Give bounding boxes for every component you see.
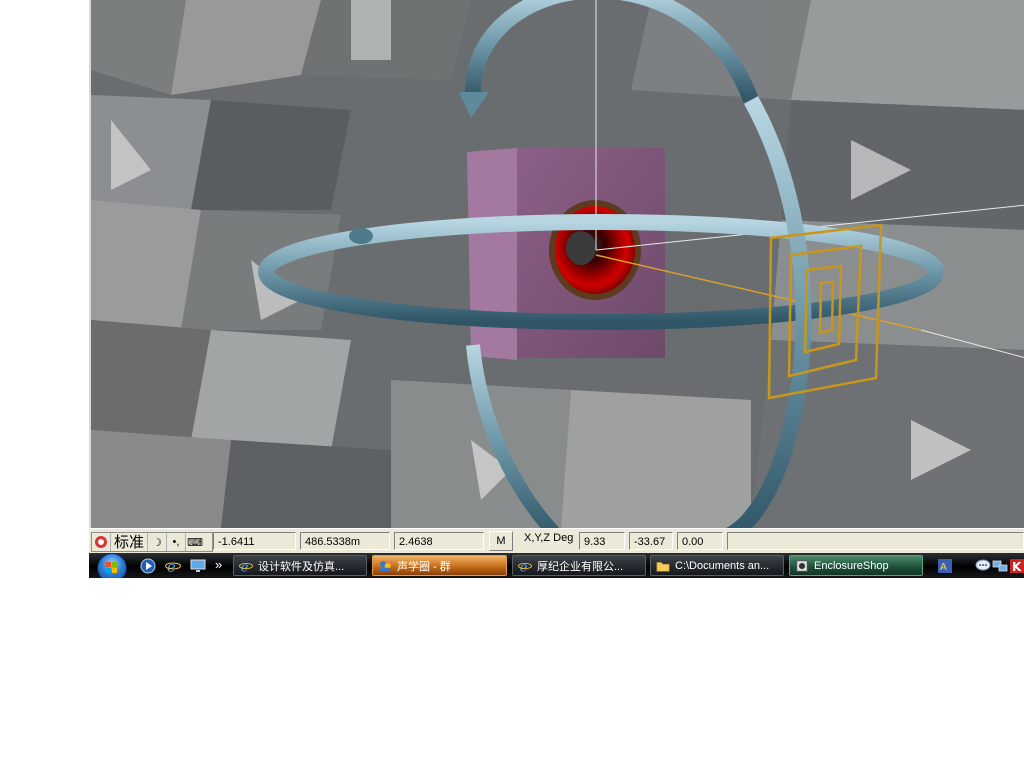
ime-punctuation-icon[interactable]: •, bbox=[167, 533, 187, 551]
x-coordinate-field: -1.6411 bbox=[213, 532, 296, 550]
task-documents-folder[interactable]: C:\Documents an... bbox=[650, 555, 784, 576]
m-button[interactable]: M bbox=[489, 531, 513, 551]
windows-logo-icon bbox=[106, 562, 117, 573]
3d-viewport[interactable] bbox=[89, 0, 1024, 528]
ime-logo-icon[interactable] bbox=[92, 533, 111, 551]
scene-render bbox=[91, 0, 1024, 528]
task-label: EnclosureShop bbox=[814, 559, 889, 572]
desktop-left-margin bbox=[0, 0, 89, 578]
task-label: 厚纪企业有限公... bbox=[537, 560, 624, 573]
x-deg-field: 9.33 bbox=[579, 532, 625, 550]
task-design-software[interactable]: e 设计软件及仿真... bbox=[233, 555, 367, 576]
svg-text:e: e bbox=[520, 560, 528, 573]
driver-dustcap bbox=[566, 231, 596, 265]
ie-icon: e bbox=[518, 560, 532, 573]
svg-text:K: K bbox=[1012, 560, 1022, 574]
svg-text:e: e bbox=[167, 558, 176, 574]
deg-label: X,Y,Z Deg bbox=[524, 532, 574, 544]
task-label: C:\Documents an... bbox=[675, 559, 770, 572]
svg-text:e: e bbox=[241, 560, 249, 573]
task-enclosureshop[interactable]: EnclosureShop bbox=[789, 555, 923, 576]
network-icon[interactable] bbox=[992, 558, 1008, 574]
status-message-field bbox=[727, 532, 1024, 550]
app-icon bbox=[796, 559, 808, 572]
ime-mode-label[interactable]: 标准 bbox=[111, 533, 149, 551]
quick-launch-more[interactable]: » bbox=[215, 557, 222, 572]
y-deg-field: -33.67 bbox=[629, 532, 673, 550]
ime-fullwidth-icon[interactable]: ☽ bbox=[148, 533, 168, 551]
ie-quicklaunch-icon[interactable]: e bbox=[165, 558, 181, 574]
qq-group-icon bbox=[379, 560, 391, 571]
start-button[interactable] bbox=[97, 553, 127, 578]
show-desktop-icon[interactable] bbox=[190, 558, 206, 574]
task-acoustics-group[interactable]: 声学圈 - 群 bbox=[372, 555, 507, 576]
chat-bubble-icon[interactable] bbox=[975, 558, 991, 574]
folder-icon bbox=[656, 561, 670, 572]
task-houji-company[interactable]: e 厚纪企业有限公... bbox=[512, 555, 646, 576]
language-bar-icon[interactable]: A bbox=[937, 558, 953, 574]
task-label: 设计软件及仿真... bbox=[258, 560, 345, 573]
security-alert-icon[interactable]: K bbox=[1009, 558, 1024, 574]
y-coordinate-field: 486.5338m bbox=[300, 532, 390, 550]
task-label: 声学圈 - 群 bbox=[397, 560, 451, 573]
status-bar: 标准 ☽ •, ⌨ -1.6411 486.5338m 2.4638 M X,Y… bbox=[89, 528, 1024, 553]
taskbar: e » e 设计软件及仿真... 声学圈 - 群 e 厚纪企业有限公... C:… bbox=[89, 553, 1024, 578]
ring-end-cap bbox=[349, 228, 373, 244]
svg-text:A: A bbox=[940, 562, 947, 573]
z-deg-field: 0.00 bbox=[677, 532, 723, 550]
ime-keyboard-icon[interactable]: ⌨ bbox=[186, 533, 204, 551]
z-coordinate-field: 2.4638 bbox=[394, 532, 484, 550]
media-player-icon[interactable] bbox=[140, 558, 156, 574]
ime-toolbar[interactable]: 标准 ☽ •, ⌨ bbox=[91, 532, 213, 552]
ie-icon: e bbox=[239, 560, 253, 573]
